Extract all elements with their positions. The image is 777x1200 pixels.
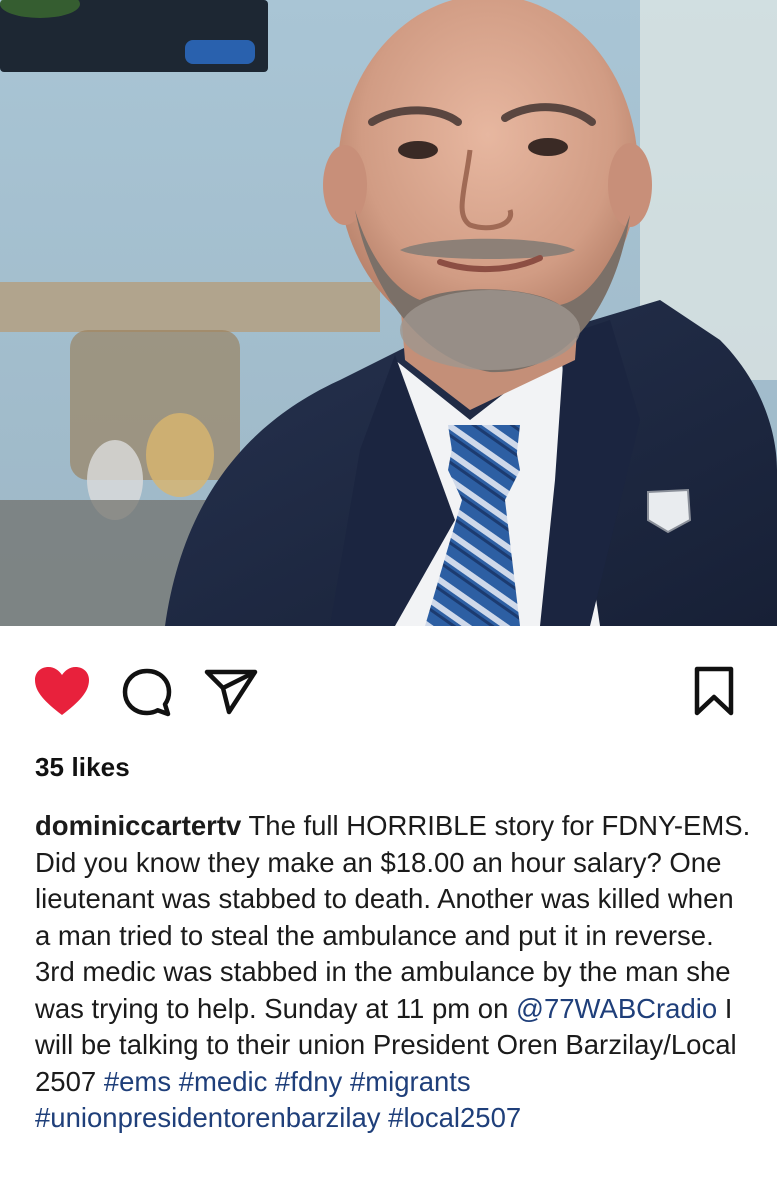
hashtag-ems[interactable]: #ems <box>104 1066 171 1097</box>
portrait-photo <box>0 0 777 626</box>
post-image[interactable] <box>0 0 777 626</box>
post-caption: dominiccartertv The full HORRIBLE story … <box>35 808 755 1137</box>
hashtag-local2507[interactable]: #local2507 <box>388 1102 521 1133</box>
hashtag-unionpresident[interactable]: #unionpresidentorenbarzilay <box>35 1102 381 1133</box>
caption-username[interactable]: dominiccartertv <box>35 810 241 841</box>
caption-mention[interactable]: @77WABCradio <box>516 993 717 1024</box>
hashtag-fdny[interactable]: #fdny <box>275 1066 342 1097</box>
hashtag-medic[interactable]: #medic <box>179 1066 268 1097</box>
likes-count[interactable]: 35 likes <box>35 752 130 783</box>
caption-text: The full HORRIBLE story for FDNY-EMS. Di… <box>35 810 751 1024</box>
paper-plane-icon[interactable] <box>203 668 259 716</box>
hashtag-migrants[interactable]: #migrants <box>350 1066 471 1097</box>
post-actions <box>0 626 777 746</box>
heart-icon[interactable] <box>33 665 91 717</box>
comment-bubble-icon[interactable] <box>120 666 174 720</box>
bookmark-icon[interactable] <box>692 666 736 716</box>
